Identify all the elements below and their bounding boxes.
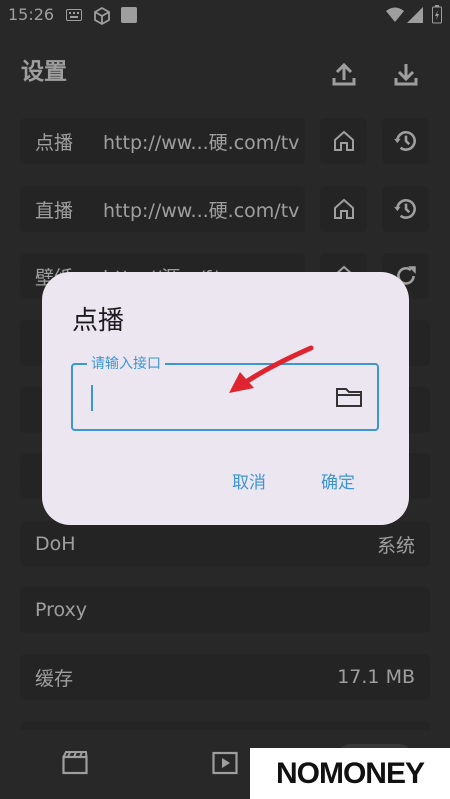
confirm-button[interactable]: 确定 — [321, 468, 355, 493]
input-label: 请输入接口 — [87, 353, 165, 373]
api-url-input[interactable]: 请输入接口 — [71, 353, 379, 431]
cancel-button[interactable]: 取消 — [232, 468, 266, 493]
folder-icon[interactable] — [335, 385, 363, 409]
text-caret — [91, 385, 93, 411]
dialog-title: 点播 — [72, 306, 125, 336]
input-dialog: 点播 请输入接口 取消 确定 — [42, 272, 409, 525]
watermark-logo: NOMONEY — [250, 748, 450, 799]
